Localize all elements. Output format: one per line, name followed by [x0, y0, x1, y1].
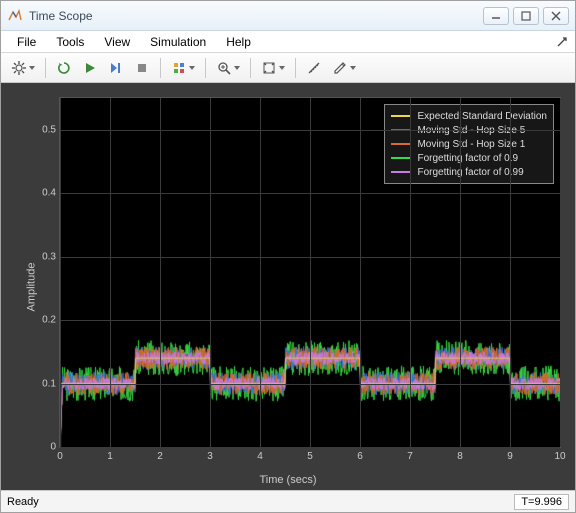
menubar: File Tools View Simulation Help — [1, 31, 575, 53]
gear-icon — [12, 61, 26, 75]
y-tick-label: 0 — [26, 442, 56, 453]
highlight-button[interactable] — [167, 57, 199, 79]
x-tick-label: 1 — [107, 451, 113, 462]
menu-file[interactable]: File — [7, 33, 46, 51]
x-tick-label: 4 — [257, 451, 263, 462]
autoscale-button[interactable] — [257, 57, 289, 79]
config-button[interactable] — [7, 57, 39, 79]
measure-icon — [307, 61, 321, 75]
run-button[interactable] — [78, 57, 102, 79]
zoom-button[interactable] — [212, 57, 244, 79]
autoscale-icon — [262, 61, 276, 75]
legend-item: Forgetting factor of 0.9 — [391, 151, 547, 165]
matlab-icon — [7, 8, 23, 24]
plot-panel: Amplitude Time (secs) Expected Standard … — [1, 83, 575, 490]
status-time: T=9.996 — [514, 494, 569, 510]
legend-item: Expected Standard Deviation — [391, 109, 547, 123]
restart-button[interactable] — [52, 57, 76, 79]
menu-tools[interactable]: Tools — [46, 33, 94, 51]
x-axis-label: Time (secs) — [1, 474, 575, 486]
plot-area[interactable]: Expected Standard Deviation Moving Std -… — [59, 97, 561, 448]
x-tick-label: 6 — [357, 451, 363, 462]
x-tick-label: 2 — [157, 451, 163, 462]
menu-help[interactable]: Help — [216, 33, 261, 51]
highlight-icon — [172, 61, 186, 75]
dock-icon[interactable] — [555, 35, 569, 49]
y-tick-label: 0.4 — [26, 188, 56, 199]
close-button[interactable] — [543, 7, 569, 25]
y-tick-label: 0.3 — [26, 251, 56, 262]
x-tick-label: 10 — [554, 451, 565, 462]
window-title: Time Scope — [29, 9, 483, 23]
step-icon — [109, 61, 123, 75]
x-tick-label: 8 — [457, 451, 463, 462]
restart-icon — [57, 61, 71, 75]
statusbar: Ready T=9.996 — [1, 490, 575, 512]
y-axis-label: Amplitude — [25, 262, 37, 311]
play-icon — [83, 61, 97, 75]
minimize-button[interactable] — [483, 7, 509, 25]
maximize-button[interactable] — [513, 7, 539, 25]
step-button[interactable] — [104, 57, 128, 79]
legend-item: Moving Std - Hop Size 1 — [391, 137, 547, 151]
y-tick-label: 0.1 — [26, 378, 56, 389]
stop-icon — [135, 61, 149, 75]
annotate-button[interactable] — [328, 57, 360, 79]
y-tick-label: 0.5 — [26, 124, 56, 135]
legend-item: Forgetting factor of 0.99 — [391, 165, 547, 179]
titlebar: Time Scope — [1, 1, 575, 31]
x-tick-label: 3 — [207, 451, 213, 462]
status-ready: Ready — [7, 496, 514, 508]
menu-simulation[interactable]: Simulation — [140, 33, 216, 51]
x-tick-label: 9 — [507, 451, 513, 462]
x-tick-label: 0 — [57, 451, 63, 462]
measure-button[interactable] — [302, 57, 326, 79]
toolbar — [1, 53, 575, 83]
stop-button[interactable] — [130, 57, 154, 79]
x-tick-label: 7 — [407, 451, 413, 462]
menu-view[interactable]: View — [94, 33, 140, 51]
x-tick-label: 5 — [307, 451, 313, 462]
window-buttons — [483, 7, 569, 25]
pencil-icon — [333, 61, 347, 75]
y-tick-label: 0.2 — [26, 315, 56, 326]
zoom-icon — [217, 61, 231, 75]
